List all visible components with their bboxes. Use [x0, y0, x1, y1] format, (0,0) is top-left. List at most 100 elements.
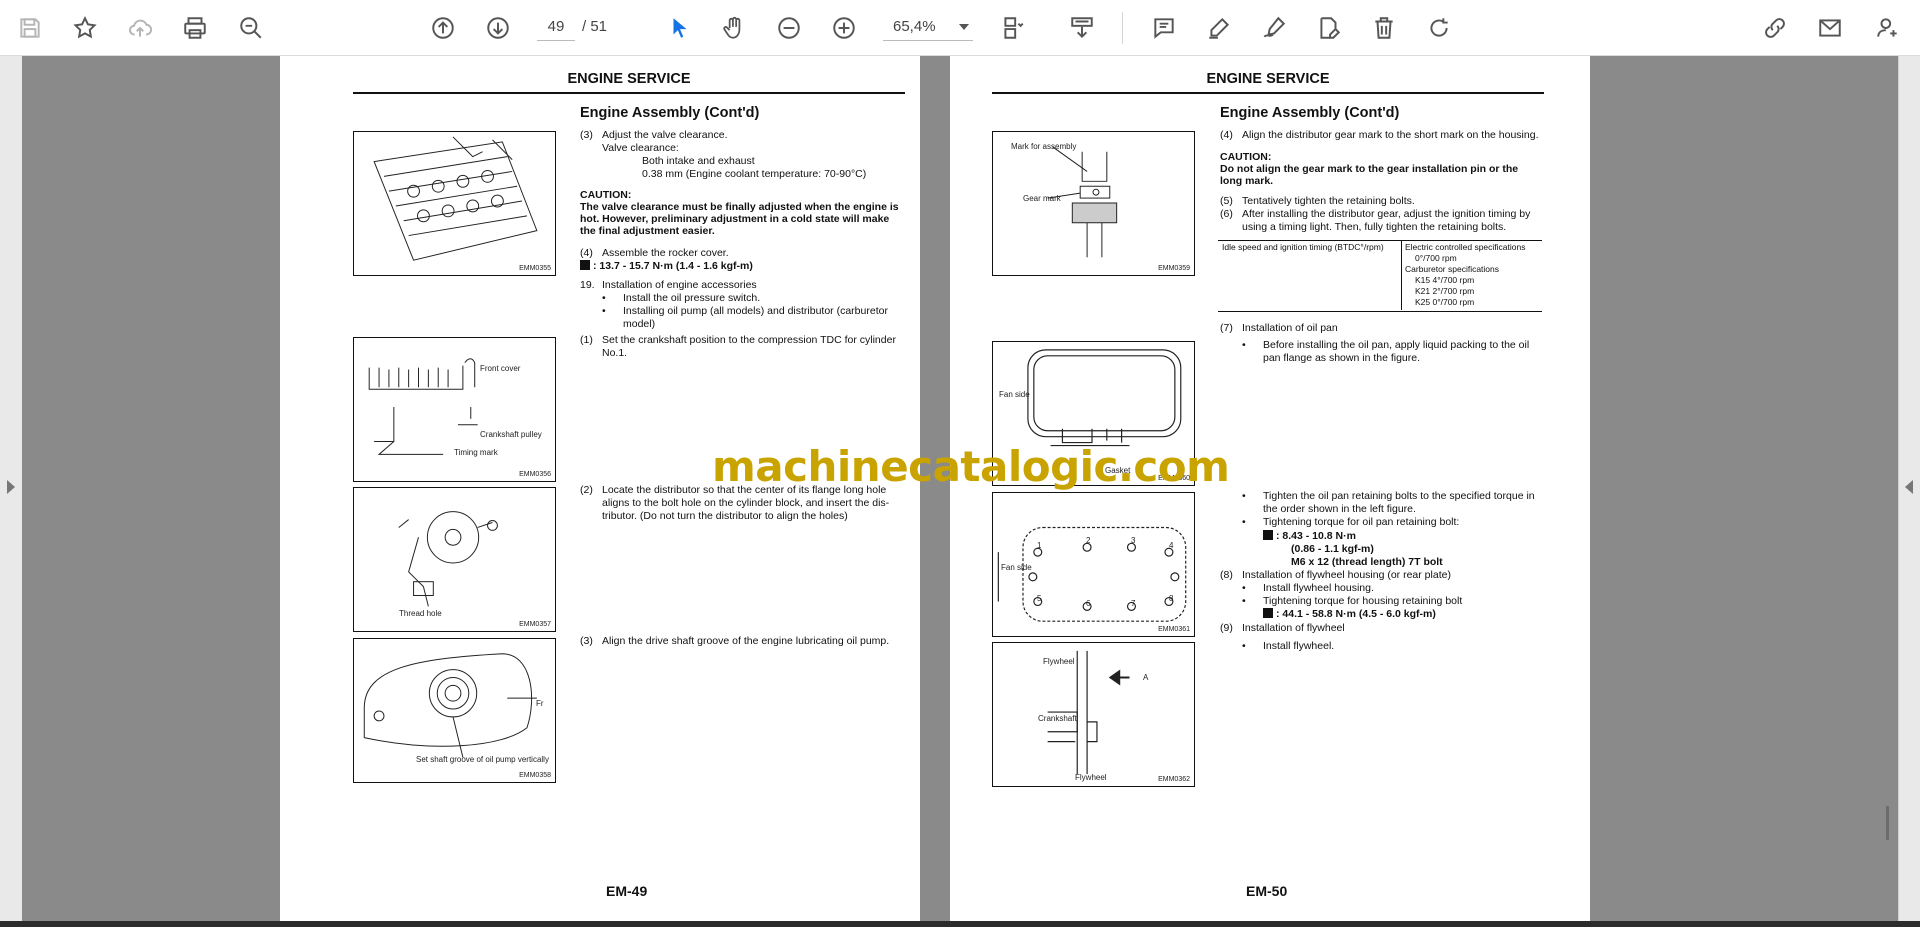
left-panel-handle[interactable]: [0, 56, 22, 921]
zoom-value: 65,4%: [893, 18, 936, 35]
step-number: (5): [1220, 195, 1233, 207]
step-number: (3): [580, 129, 593, 141]
step-text: Tentatively tighten the retaining bolts.: [1242, 195, 1415, 207]
figure-label: Crankshaft pulley: [480, 430, 542, 439]
step-text: Adjust the valve clearance.: [602, 129, 728, 141]
figure-label: Flywheel: [1075, 773, 1107, 782]
torque-value: (0.86 - 1.1 kgf-m): [1291, 543, 1374, 555]
bullet-text: Install the oil pressure switch.: [623, 292, 761, 304]
hand-icon[interactable]: [716, 10, 752, 46]
bullet: •: [1242, 339, 1246, 351]
figure-code: EMM0356: [519, 471, 551, 478]
rotate-icon[interactable]: [1421, 10, 1457, 46]
bullet: •: [1242, 640, 1246, 652]
step-text: Align the drive shaft groove of the engi…: [602, 635, 890, 647]
torque-value: : 44.1 - 58.8 N·m (4.5 - 6.0 kgf-m): [1276, 608, 1436, 620]
table-cell: K15 4°/700 rpm: [1415, 275, 1475, 285]
watermark: machinecatalogic.com: [712, 442, 1230, 491]
bookmark-star-icon[interactable]: [67, 10, 103, 46]
step-text: Installation of oil pan: [1242, 322, 1338, 334]
bullet: •: [602, 305, 606, 317]
torque-icon: [580, 260, 590, 270]
figure-label: Flywheel: [1043, 657, 1075, 666]
select-cursor-icon[interactable]: [662, 10, 698, 46]
page-view-icon[interactable]: [995, 10, 1031, 46]
figure-label: Set shaft groove of oil pump vertically: [416, 755, 549, 764]
page-number-input[interactable]: [537, 13, 575, 41]
figure-label: Front cover: [480, 364, 521, 373]
bolt-number: 6: [1086, 599, 1091, 608]
figure-label: Crankshaft: [1038, 714, 1077, 723]
bolt-number: 5: [1037, 594, 1042, 603]
page-down-icon[interactable]: [480, 10, 516, 46]
figure-label: Thread hole: [399, 609, 442, 618]
print-icon[interactable]: [177, 10, 213, 46]
step-number: (1): [580, 334, 593, 346]
save-icon[interactable]: [12, 10, 48, 46]
bullet: •: [1242, 582, 1246, 594]
bullet-text: Tighten the oil pan retaining bolts to t…: [1263, 490, 1535, 502]
page-footer: EM-49: [606, 883, 648, 899]
figure-timing-mark: Front cover Crankshaft pulley Timing mar…: [353, 337, 556, 482]
torque-spec: : 44.1 - 58.8 N·m (4.5 - 6.0 kgf-m): [1263, 608, 1436, 621]
figure-label: Gear mark: [1023, 194, 1061, 203]
email-icon[interactable]: [1812, 10, 1848, 46]
figure-distributor: Thread hole EMM0357: [353, 487, 556, 632]
bullet-text: Install flywheel housing.: [1263, 582, 1374, 594]
figure-label: Mark for assembly: [1011, 142, 1077, 151]
figure-code: EMM0357: [519, 621, 551, 628]
figure-label: Timing mark: [454, 448, 498, 457]
right-panel-handle[interactable]: [1898, 56, 1920, 921]
chevron-right-icon: [7, 480, 15, 494]
highlight-pen-icon[interactable]: [1201, 10, 1237, 46]
torque-spec: : 13.7 - 15.7 N·m (1.4 - 1.6 kgf-m): [580, 260, 753, 273]
torque-value: : 13.7 - 15.7 N·m (1.4 - 1.6 kgf-m): [593, 260, 753, 272]
edit-doc-icon[interactable]: [1311, 10, 1347, 46]
chevron-down-icon: [959, 24, 969, 30]
bolt-spec: M6 x 12 (thread length) 7T bolt: [1291, 556, 1443, 568]
share-link-icon[interactable]: [1757, 10, 1793, 46]
bullet-text: Tightening torque for oil pan retaining …: [1263, 516, 1460, 528]
sign-icon[interactable]: [1256, 10, 1292, 46]
zoom-in-icon[interactable]: [826, 10, 862, 46]
step-number: (4): [580, 247, 593, 259]
bolt-number: 8: [1169, 594, 1174, 603]
caution-text: the final adjustment easier.: [580, 225, 715, 237]
upload-cloud-icon[interactable]: [122, 10, 158, 46]
table-cell: Electric controlled specifications: [1405, 242, 1526, 252]
figure-cylinder-head: EMM0355: [353, 131, 556, 276]
zoom-dropdown[interactable]: 65,4%: [883, 13, 973, 41]
bullet: •: [1242, 490, 1246, 502]
bullet-text: the order shown in the left figure.: [1263, 503, 1416, 515]
zoom-search-icon[interactable]: [233, 10, 269, 46]
bolt-number: 7: [1131, 599, 1136, 608]
step-text: Assemble the rocker cover.: [602, 247, 729, 259]
torque-icon: [1263, 608, 1273, 618]
step-number: (3): [580, 635, 593, 647]
delete-icon[interactable]: [1366, 10, 1402, 46]
torque-icon: [1263, 530, 1273, 540]
taskbar-edge: [0, 921, 1920, 927]
figure-label: A: [1143, 673, 1149, 682]
table-cell: Carburetor specifications: [1405, 264, 1500, 274]
download-tray-icon[interactable]: [1064, 10, 1100, 46]
ignition-spec-table: Idle speed and ignition timing (BTDC°/rp…: [1218, 240, 1542, 312]
zoom-out-icon[interactable]: [771, 10, 807, 46]
page-total: / 51: [582, 18, 608, 35]
page-up-icon[interactable]: [425, 10, 461, 46]
bolt-number: 3: [1131, 536, 1136, 545]
step-number: (6): [1220, 208, 1233, 220]
step-text: Installation of flywheel: [1242, 622, 1345, 634]
comment-icon[interactable]: [1146, 10, 1182, 46]
section-title: Engine Assembly (Cont'd): [580, 105, 760, 121]
step-text: Align the distributor gear mark to the s…: [1242, 129, 1539, 141]
add-user-icon[interactable]: [1870, 10, 1906, 46]
section-title: Engine Assembly (Cont'd): [1220, 105, 1400, 121]
step-text: Set the crankshaft position to the compr…: [602, 334, 896, 346]
bullet-text: Tightening torque for housing retaining …: [1263, 595, 1463, 607]
step-text: Valve clearance:: [602, 142, 679, 154]
bolt-number: 4: [1169, 541, 1174, 550]
figure-distributor-gear: Mark for assembly Gear mark EMM0359: [992, 131, 1195, 276]
vertical-scrollbar[interactable]: [1886, 806, 1889, 840]
step-number: (4): [1220, 129, 1233, 141]
